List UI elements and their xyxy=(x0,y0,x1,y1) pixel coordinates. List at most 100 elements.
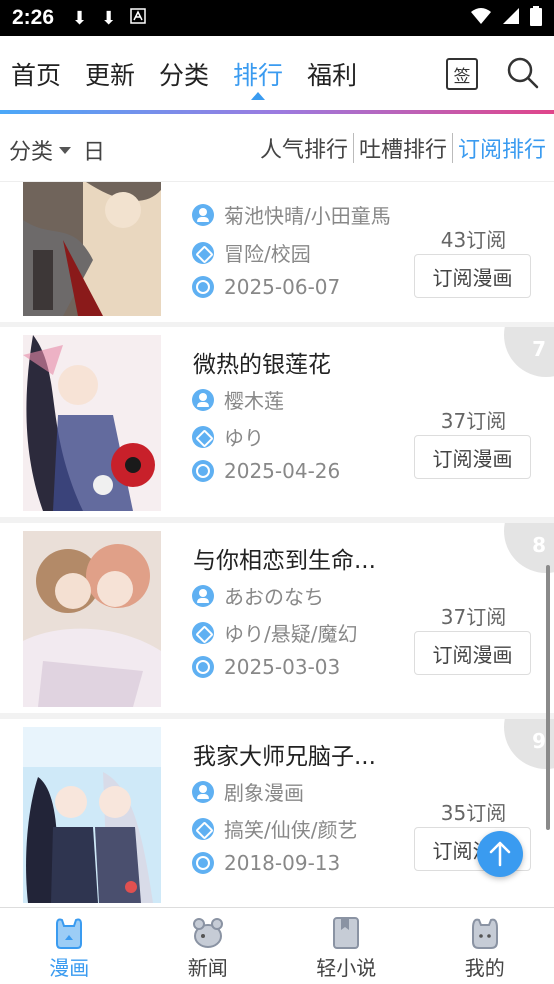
rank-number: 8 xyxy=(532,533,546,557)
update-date: 2025-03-03 xyxy=(224,655,341,679)
clock-icon xyxy=(192,852,214,874)
scrollbar[interactable] xyxy=(546,565,550,830)
list-item[interactable]: 7 微热的银莲花 樱木莲 ゆり 2025-04-26 37订阅 订阅漫画 xyxy=(0,327,554,517)
list-item[interactable]: 8 与你相恋到生命... あおのなち ゆり/悬疑/魔幻 2025-03-03 3… xyxy=(0,523,554,713)
tag-icon xyxy=(192,621,214,644)
sign-in-icon: 签 xyxy=(453,66,471,87)
active-tab-indicator xyxy=(251,92,266,100)
tags-row: 冒险/校园 xyxy=(192,238,311,267)
bottom-tab-comics[interactable]: 漫画 xyxy=(0,908,139,984)
subscriber-count: 37订阅 xyxy=(440,605,507,629)
author-icon xyxy=(192,203,214,226)
tags-row: ゆり/悬疑/魔幻 xyxy=(192,618,357,647)
tab-home[interactable]: 首页 xyxy=(11,56,61,92)
bottom-tab-label: 轻小说 xyxy=(316,956,377,980)
list-item[interactable]: 9 我家大师兄脑子... 剧象漫画 搞笑/仙侠/颜艺 2018-09-13 35… xyxy=(0,719,554,907)
divider xyxy=(451,133,453,163)
tab-popularity-rank[interactable]: 人气排行 xyxy=(260,132,348,164)
top-navigation: 首页 更新 分类 排行 福利 签 xyxy=(0,36,554,112)
author: あおのなち xyxy=(224,585,324,609)
author: 菊池快晴/小田童馬 xyxy=(224,204,391,228)
bottom-tab-profile[interactable]: 我的 xyxy=(416,908,554,984)
tags: ゆり xyxy=(224,426,264,450)
tab-subscription-rank[interactable]: 订阅排行 xyxy=(458,132,546,164)
comic-cover[interactable] xyxy=(23,531,161,707)
tags: 冒险/校园 xyxy=(224,242,311,266)
status-time: 2:26 xyxy=(12,6,55,29)
date-row: 2018-09-13 xyxy=(192,851,340,875)
comic-cover[interactable] xyxy=(23,182,161,316)
sign-in-button[interactable]: 签 xyxy=(446,58,478,90)
subscribe-button[interactable]: 订阅漫画 xyxy=(414,254,531,298)
author-icon xyxy=(192,388,214,411)
battery-icon xyxy=(530,5,542,31)
bottom-navigation: 漫画 新闻 轻小说 我的 xyxy=(0,907,554,984)
subscribe-button[interactable]: 订阅漫画 xyxy=(414,631,531,675)
status-bar: 2:26 ⬇ ⬇ xyxy=(0,0,554,36)
comic-title[interactable]: 我家大师兄脑子... xyxy=(193,737,376,771)
author-icon xyxy=(192,584,214,607)
comic-cover[interactable] xyxy=(23,335,161,511)
author-row: あおのなち xyxy=(192,581,324,610)
tab-updates[interactable]: 更新 xyxy=(85,56,135,92)
category-filter[interactable]: 分类 日 xyxy=(9,134,105,166)
bottom-tab-label: 我的 xyxy=(464,956,505,980)
wifi-icon xyxy=(470,6,492,30)
ranking-list[interactable]: 菊池快晴/小田童馬 冒险/校园 2025-06-07 43订阅 订阅漫画 7 微… xyxy=(0,182,554,907)
subscribe-button[interactable]: 订阅漫画 xyxy=(414,435,531,479)
author-row: 樱木莲 xyxy=(192,385,284,414)
comic-icon xyxy=(56,918,83,949)
divider xyxy=(352,133,354,163)
bottom-tab-novels[interactable]: 轻小说 xyxy=(277,908,416,984)
period-filter[interactable]: 日 xyxy=(83,134,105,166)
comic-title[interactable]: 与你相恋到生命... xyxy=(193,541,376,575)
signal-icon xyxy=(502,6,520,30)
bottom-tab-label: 漫画 xyxy=(49,956,90,980)
update-date: 2025-06-07 xyxy=(224,275,341,299)
date-row: 2025-06-07 xyxy=(192,275,340,299)
author-row: 剧象漫画 xyxy=(192,777,304,806)
tag-icon xyxy=(192,425,214,448)
author-icon xyxy=(192,780,214,803)
rank-number: 7 xyxy=(532,337,546,361)
tab-ranking-label: 排行 xyxy=(233,61,284,90)
subscriber-count: 35订阅 xyxy=(440,801,507,825)
date-row: 2025-03-03 xyxy=(192,655,340,679)
download-icon: ⬇ xyxy=(101,7,117,29)
author: 樱木莲 xyxy=(224,389,284,413)
list-item[interactable]: 菊池快晴/小田童馬 冒险/校园 2025-06-07 43订阅 订阅漫画 xyxy=(0,182,554,322)
rank-badge xyxy=(504,327,554,377)
bottom-tab-news[interactable]: 新闻 xyxy=(139,908,278,984)
book-icon xyxy=(333,917,360,949)
profile-icon xyxy=(471,918,498,949)
comic-cover[interactable] xyxy=(23,727,161,903)
clock-icon xyxy=(192,460,214,482)
update-date: 2018-09-13 xyxy=(224,851,341,875)
rank-type-tabs: 人气排行 吐槽排行 订阅排行 xyxy=(260,132,546,164)
search-button[interactable] xyxy=(506,56,540,90)
filter-bar: 分类 日 人气排行 吐槽排行 订阅排行 xyxy=(0,114,554,182)
tab-ranking[interactable]: 排行 xyxy=(233,56,284,100)
tag-icon xyxy=(192,817,214,840)
tab-welfare[interactable]: 福利 xyxy=(307,56,357,92)
clock-icon xyxy=(192,276,214,298)
arrow-up-icon xyxy=(489,841,511,867)
back-to-top-button[interactable] xyxy=(477,831,523,877)
bottom-tab-label: 新闻 xyxy=(187,956,228,980)
tab-categories[interactable]: 分类 xyxy=(159,56,209,92)
download-icon: ⬇ xyxy=(72,7,88,29)
tags: ゆり/悬疑/魔幻 xyxy=(224,622,358,646)
main-tabs: 首页 更新 分类 排行 福利 xyxy=(11,56,357,100)
rank-number: 9 xyxy=(532,729,546,753)
update-date: 2025-04-26 xyxy=(224,459,341,483)
news-icon xyxy=(192,918,223,948)
tab-comments-rank[interactable]: 吐槽排行 xyxy=(359,132,447,164)
comic-title[interactable]: 微热的银莲花 xyxy=(193,345,331,379)
tags-row: 搞笑/仙侠/颜艺 xyxy=(192,814,357,843)
category-filter-label: 分类 xyxy=(9,140,54,165)
date-row: 2025-04-26 xyxy=(192,459,340,483)
tag-icon xyxy=(192,241,214,264)
author: 剧象漫画 xyxy=(224,781,304,805)
tags-row: ゆり xyxy=(192,422,264,451)
search-icon xyxy=(507,57,539,89)
